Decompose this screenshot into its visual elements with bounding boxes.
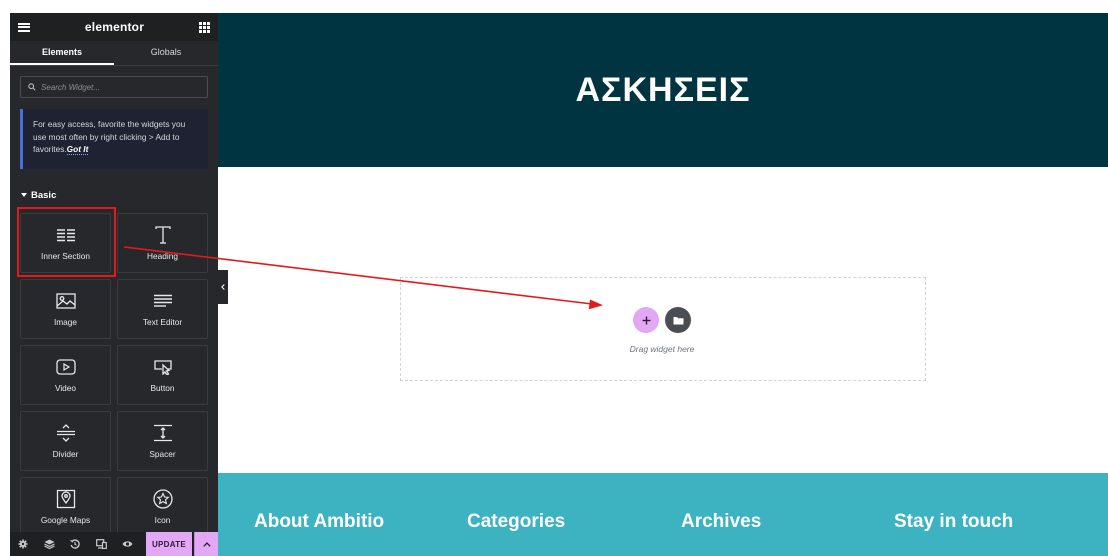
footer-heading-stay-in-touch: Stay in touch: [894, 511, 1014, 532]
update-button[interactable]: UPDATE: [146, 532, 192, 556]
page-title: ΑΣΚΗΣΕΙΣ: [575, 70, 751, 109]
drag-widget-hint: Drag widget here: [629, 344, 695, 354]
responsive-icon[interactable]: [88, 532, 114, 556]
widget-label: Divider: [52, 449, 79, 459]
inner-section-icon: [56, 225, 76, 245]
add-template-button[interactable]: [665, 307, 691, 333]
favorites-notice: For easy access, favorite the widgets yo…: [20, 109, 208, 169]
folder-icon: [673, 316, 683, 324]
search-box[interactable]: [20, 76, 208, 98]
preview-eye-icon[interactable]: [114, 532, 140, 556]
notice-text: For easy access, favorite the widgets yo…: [33, 119, 186, 154]
divider-icon: [56, 423, 76, 443]
star-icon: [152, 489, 173, 509]
footer-heading-categories: Categories: [467, 511, 566, 532]
update-options-button[interactable]: [194, 532, 218, 556]
widget-label: Inner Section: [41, 251, 90, 261]
widget-label: Button: [150, 383, 175, 393]
heading-icon: [154, 225, 172, 245]
tab-globals[interactable]: Globals: [114, 41, 218, 65]
text-editor-icon: [153, 291, 173, 311]
menu-icon[interactable]: [18, 22, 30, 32]
category-label: Basic: [31, 189, 57, 201]
sidebar-footer: UPDATE: [10, 532, 218, 556]
history-icon[interactable]: [62, 532, 88, 556]
tab-elements[interactable]: Elements: [10, 41, 114, 65]
empty-section-dropzone[interactable]: [400, 277, 926, 381]
widget-inner-section[interactable]: Inner Section: [20, 213, 111, 273]
widgets-grid-icon[interactable]: [199, 21, 210, 33]
panel-tabs: Elements Globals: [10, 41, 218, 65]
widget-label: Google Maps: [40, 515, 91, 525]
widget-label: Icon: [154, 515, 171, 525]
chevron-left-icon: [221, 284, 225, 290]
widget-icon[interactable]: Icon: [117, 477, 208, 537]
widget-button[interactable]: Button: [117, 345, 208, 405]
footer-heading-about: About Ambitio: [254, 511, 385, 532]
widget-label: Heading: [147, 251, 178, 261]
search-input[interactable]: [41, 82, 191, 92]
widget-label: Image: [53, 317, 78, 327]
widget-image[interactable]: Image: [20, 279, 111, 339]
video-icon: [55, 357, 76, 377]
widget-label: Text Editor: [142, 317, 183, 327]
tab-divider: [10, 65, 218, 66]
search-icon: [28, 83, 36, 91]
spacer-icon: [153, 423, 173, 443]
widget-label: Spacer: [149, 449, 176, 459]
caret-down-icon: [21, 193, 27, 197]
image-icon: [55, 291, 76, 311]
google-maps-icon: [56, 489, 76, 509]
collapse-panel-toggle[interactable]: [218, 270, 228, 304]
site-footer: About Ambitio Categories Archives Stay i…: [218, 473, 1108, 556]
widget-heading[interactable]: Heading: [117, 213, 208, 273]
hero-section[interactable]: ΑΣΚΗΣΕΙΣ: [218, 13, 1108, 167]
footer-heading-archives: Archives: [681, 511, 762, 532]
settings-icon[interactable]: [10, 532, 36, 556]
widget-grid: Inner Section Heading Image Text Editor …: [20, 213, 208, 537]
add-section-button[interactable]: [633, 307, 659, 333]
layers-icon[interactable]: [36, 532, 62, 556]
button-icon: [153, 357, 173, 377]
editor-sidebar: elementor Elements Globals For easy acce…: [10, 13, 218, 556]
widget-google-maps[interactable]: Google Maps: [20, 477, 111, 537]
got-it-link[interactable]: Got It: [66, 144, 89, 155]
widget-spacer[interactable]: Spacer: [117, 411, 208, 471]
widget-divider[interactable]: Divider: [20, 411, 111, 471]
widget-video[interactable]: Video: [20, 345, 111, 405]
sidebar-header: elementor: [10, 13, 218, 41]
widget-text-editor[interactable]: Text Editor: [117, 279, 208, 339]
plus-icon: [642, 316, 650, 324]
brand-logo: elementor: [84, 20, 145, 34]
widget-label: Video: [54, 383, 77, 393]
chevron-up-icon: [202, 541, 211, 547]
category-basic[interactable]: Basic: [21, 189, 218, 201]
